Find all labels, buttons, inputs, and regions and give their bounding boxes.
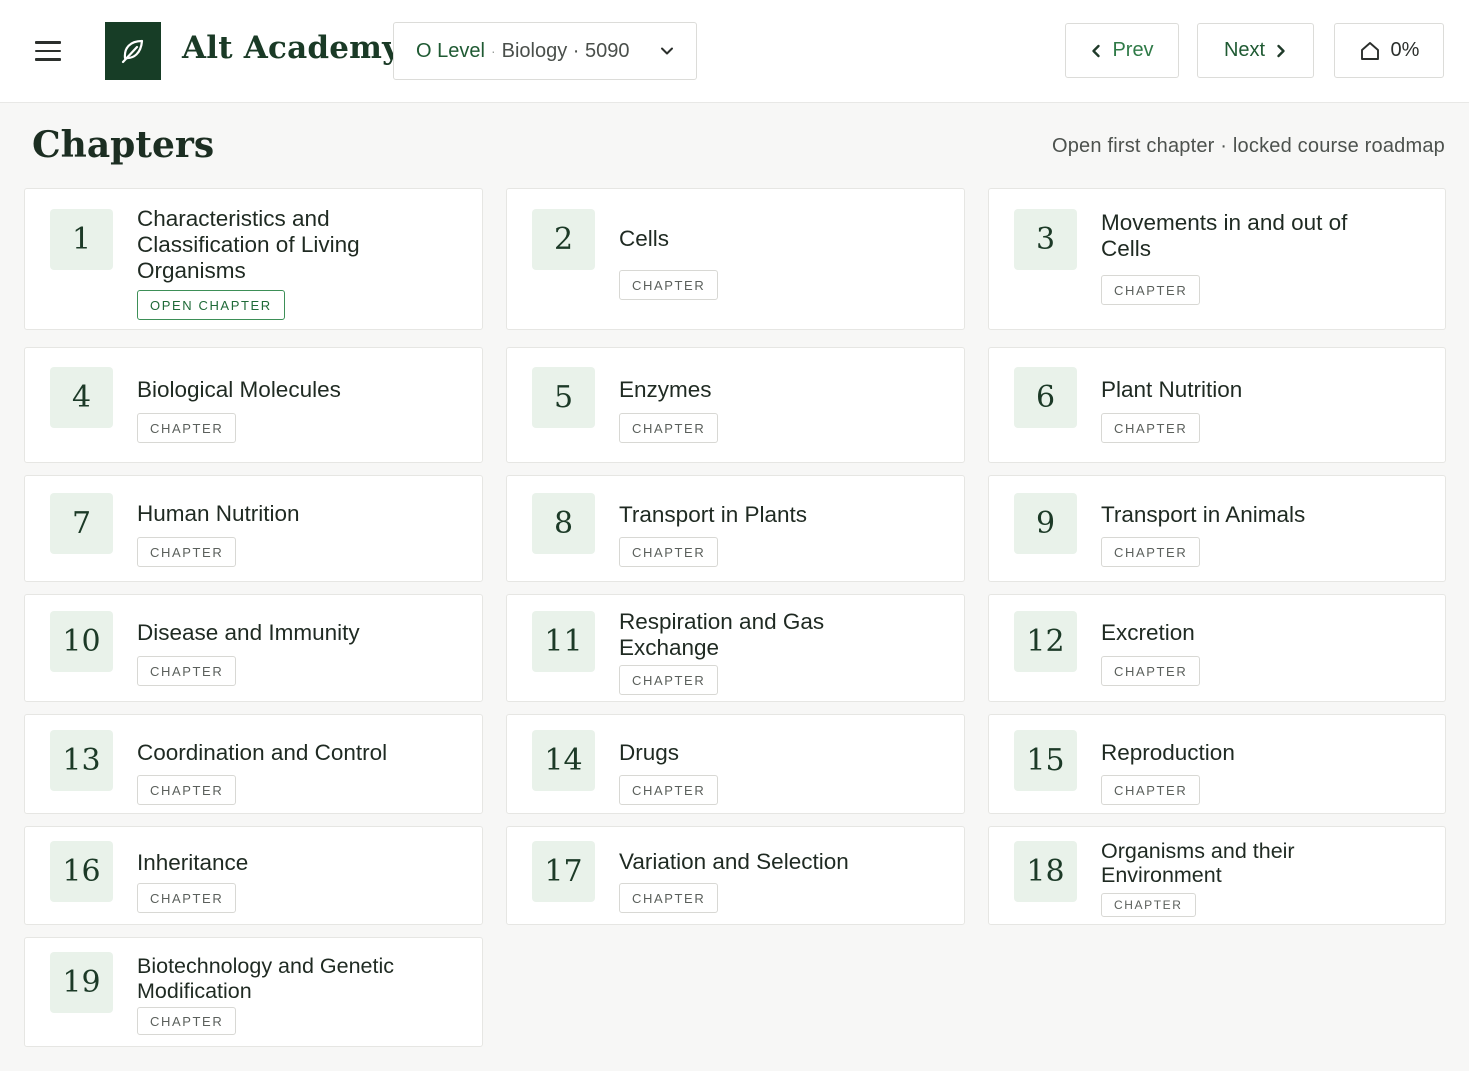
chapter-badge: CHAPTER <box>619 665 719 695</box>
progress-percent: 0% <box>1390 39 1420 61</box>
chapter-number: 14 <box>532 730 595 791</box>
chapter-card-6[interactable]: 6 Plant Nutrition CHAPTER <box>988 347 1446 463</box>
chapter-badge: CHAPTER <box>619 537 719 567</box>
chapter-card-4[interactable]: 4 Biological Molecules CHAPTER <box>24 347 483 463</box>
chapter-badge: CHAPTER <box>1101 656 1201 686</box>
chapter-card-11[interactable]: 11 Respiration and Gas Exchange CHAPTER <box>506 594 965 702</box>
course-level: O Level <box>416 39 485 62</box>
home-icon <box>1360 41 1379 60</box>
course-dropdown[interactable]: O Level · Biology · 5090 <box>393 22 697 80</box>
chapter-number: 7 <box>50 493 113 554</box>
chapter-number: 5 <box>532 367 595 428</box>
prev-label: Prev <box>1112 39 1154 61</box>
prev-button[interactable]: Prev <box>1065 23 1179 78</box>
chapter-number: 8 <box>532 493 595 554</box>
chapter-badge: CHAPTER <box>137 775 237 805</box>
chapter-number: 4 <box>50 367 113 428</box>
chapter-title: Organisms and their Environment <box>1101 839 1295 887</box>
chapter-card-12[interactable]: 12 Excretion CHAPTER <box>988 594 1446 702</box>
chapter-number: 16 <box>50 841 113 902</box>
next-button[interactable]: Next <box>1197 23 1314 78</box>
chapter-card-3[interactable]: 3 Movements in and out of Cells CHAPTER <box>988 188 1446 330</box>
chapter-number: 15 <box>1014 730 1077 791</box>
chapter-title: Enzymes <box>619 377 712 402</box>
chapter-number: 19 <box>50 952 113 1013</box>
chapter-number: 17 <box>532 841 595 902</box>
chapter-badge: CHAPTER <box>1101 893 1196 917</box>
progress-button[interactable]: 0% <box>1334 23 1444 78</box>
top-bar: Alt Academy O Level · Biology · 5090 Pre… <box>0 0 1469 103</box>
brand-name[interactable]: Alt Academy <box>182 30 400 66</box>
chapter-title: Biological Molecules <box>137 377 341 402</box>
chevron-right-icon <box>1277 44 1285 57</box>
chapter-card-10[interactable]: 10 Disease and Immunity CHAPTER <box>24 594 483 702</box>
chapter-card-17[interactable]: 17 Variation and Selection CHAPTER <box>506 826 965 925</box>
chapter-card-15[interactable]: 15 Reproduction CHAPTER <box>988 714 1446 814</box>
chapter-badge: CHAPTER <box>1101 775 1201 805</box>
chapter-badge: CHAPTER <box>137 413 237 443</box>
chapter-title: Disease and Immunity <box>137 620 360 645</box>
chapter-badge: CHAPTER <box>1101 275 1201 305</box>
chapter-title: Plant Nutrition <box>1101 377 1243 402</box>
hamburger-icon[interactable] <box>30 33 66 69</box>
chapter-title: Variation and Selection <box>619 849 849 874</box>
chevron-left-icon <box>1092 44 1101 57</box>
chapter-number: 9 <box>1014 493 1077 554</box>
chapter-number: 13 <box>50 730 113 791</box>
chapter-badge: CHAPTER <box>137 537 237 567</box>
chapter-card-5[interactable]: 5 Enzymes CHAPTER <box>506 347 965 463</box>
chapter-title: Transport in Animals <box>1101 502 1306 527</box>
page-title: Chapters <box>32 124 215 166</box>
chapter-number: 3 <box>1014 209 1077 270</box>
chapter-title: Reproduction <box>1101 740 1235 765</box>
chapter-badge: CHAPTER <box>619 270 719 300</box>
chapter-title: Respiration and Gas Exchange <box>619 609 825 660</box>
course-separator: · <box>490 43 496 59</box>
chapter-badge: CHAPTER <box>1101 413 1201 443</box>
chapter-badge: CHAPTER <box>137 1007 237 1035</box>
chapter-number: 12 <box>1014 611 1077 672</box>
chapter-title: Transport in Plants <box>619 502 807 527</box>
chapter-title: Characteristics and Classification of Li… <box>137 206 360 283</box>
chapter-card-7[interactable]: 7 Human Nutrition CHAPTER <box>24 475 483 582</box>
chapter-badge: CHAPTER <box>619 775 719 805</box>
chapter-badge: CHAPTER <box>137 883 237 913</box>
chapter-number: 10 <box>50 611 113 672</box>
chapter-title: Cells <box>619 226 670 251</box>
chapter-card-16[interactable]: 16 Inheritance CHAPTER <box>24 826 483 925</box>
chapter-number: 2 <box>532 209 595 270</box>
chapter-badge: CHAPTER <box>619 883 719 913</box>
chapter-card-9[interactable]: 9 Transport in Animals CHAPTER <box>988 475 1446 582</box>
chapter-card-18[interactable]: 18 Organisms and their Environment CHAPT… <box>988 826 1446 925</box>
chapter-title: Coordination and Control <box>137 740 388 765</box>
chapter-title: Excretion <box>1101 620 1195 645</box>
page-subtitle: Open first chapter · locked course roadm… <box>1051 135 1445 157</box>
leaf-icon[interactable] <box>105 22 161 80</box>
chapter-title: Biotechnology and Genetic Modification <box>137 954 394 1003</box>
chapter-title: Drugs <box>619 740 680 765</box>
chapter-title: Movements in and out of Cells <box>1101 210 1348 261</box>
chapter-number: 1 <box>50 209 113 270</box>
chapter-card-13[interactable]: 13 Coordination and Control CHAPTER <box>24 714 483 814</box>
chapter-card-8[interactable]: 8 Transport in Plants CHAPTER <box>506 475 965 582</box>
chapter-card-14[interactable]: 14 Drugs CHAPTER <box>506 714 965 814</box>
chapter-number: 6 <box>1014 367 1077 428</box>
course-subject: Biology · 5090 <box>501 39 630 62</box>
chapter-card-19[interactable]: 19 Biotechnology and Genetic Modificatio… <box>24 937 483 1047</box>
chapter-badge: CHAPTER <box>619 413 719 443</box>
chapter-number: 18 <box>1014 841 1077 902</box>
chapter-title: Inheritance <box>137 850 249 875</box>
chevron-down-icon <box>661 47 673 55</box>
chapter-badge: CHAPTER <box>1101 537 1201 567</box>
open-chapter-badge[interactable]: OPEN CHAPTER <box>137 290 285 320</box>
next-label: Next <box>1223 39 1266 61</box>
chapter-badge: CHAPTER <box>137 656 237 686</box>
chapter-card-2[interactable]: 2 Cells CHAPTER <box>506 188 965 330</box>
chapter-card-1[interactable]: 1 Characteristics and Classification of … <box>24 188 483 330</box>
chapter-title: Human Nutrition <box>137 501 300 526</box>
chapter-number: 11 <box>532 611 595 672</box>
